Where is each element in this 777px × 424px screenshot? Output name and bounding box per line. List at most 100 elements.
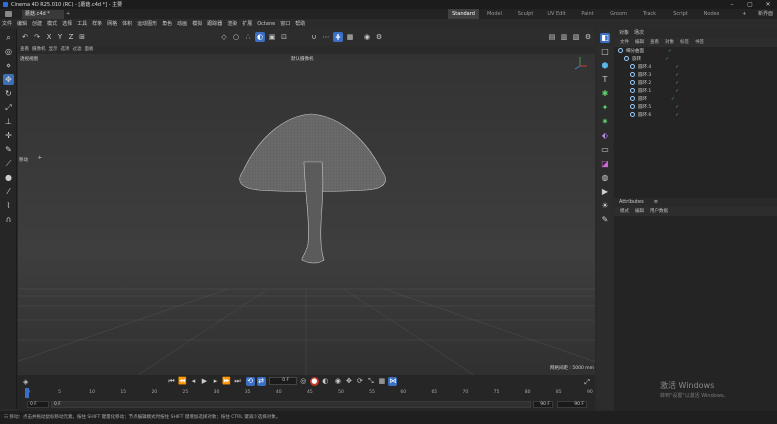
snap-icon[interactable]: ∪ <box>309 32 319 42</box>
menu-item[interactable]: 动画 <box>177 19 187 29</box>
keyframe-mode-icon[interactable]: ◉ <box>333 377 342 386</box>
menu-item[interactable]: 模拟 <box>192 19 202 29</box>
grid-snap-icon[interactable]: ⋕ <box>333 32 343 42</box>
cloner-icon[interactable]: ✦ <box>600 103 610 113</box>
viewport-menu-item[interactable]: 过滤 <box>73 46 82 54</box>
frame-range-slider[interactable]: 0 F <box>51 401 531 408</box>
render-queue-icon[interactable]: ▧ <box>571 32 581 42</box>
render-picture-icon[interactable]: ▥ <box>559 32 569 42</box>
key-selection-icon[interactable]: ◐ <box>321 377 330 386</box>
object-row[interactable]: 圆环.6 ✓ <box>614 112 777 120</box>
viewport-menu-item[interactable]: 查看 <box>20 46 29 54</box>
visibility-check-icon[interactable]: ✓ <box>668 49 672 54</box>
model-mode-icon[interactable]: ◇ <box>219 32 229 42</box>
position-key-icon[interactable]: ✥ <box>344 377 353 386</box>
maximize-button[interactable]: ▢ <box>741 0 759 9</box>
pla-key-icon[interactable]: ⋈ <box>388 377 398 386</box>
object-manager-menu-item[interactable]: 查看 <box>650 38 659 47</box>
object-manager-menu-item[interactable]: 标签 <box>680 38 689 47</box>
move-tool-icon[interactable]: ✥ <box>3 74 14 85</box>
add-layout-icon[interactable]: + <box>742 11 746 17</box>
layout-tab-track[interactable]: Track <box>634 9 665 19</box>
menu-item[interactable]: 创建 <box>32 19 42 29</box>
edit-render-settings-icon[interactable]: ⚙ <box>583 32 593 42</box>
autokey-icon[interactable]: ● <box>309 377 319 386</box>
object-manager-menu-item[interactable]: 书签 <box>695 38 704 47</box>
next-key-icon[interactable]: ⏩ <box>222 377 231 386</box>
attributes-menu-icon[interactable]: ≡ <box>654 198 658 207</box>
material-icon[interactable]: ◪ <box>600 159 610 169</box>
object-manager-menu-item[interactable]: 文件 <box>620 38 629 47</box>
menu-item[interactable]: 体积 <box>122 19 132 29</box>
menu-item[interactable]: 跟踪器 <box>207 19 222 29</box>
prev-frame-icon[interactable]: ◂ <box>189 377 198 386</box>
deformer-icon[interactable]: ✷ <box>600 117 610 127</box>
text-icon[interactable]: T <box>600 75 610 85</box>
render-region-icon[interactable]: ▤ <box>547 32 557 42</box>
object-manager-menu-item[interactable]: 对象 <box>665 38 674 47</box>
visibility-check-icon[interactable]: ✓ <box>675 89 679 94</box>
layout-tab-model[interactable]: Model <box>479 9 510 19</box>
viewport-menu-item[interactable]: 摄像机 <box>32 46 46 54</box>
object-row[interactable]: 细分曲面 ✓ <box>614 48 777 56</box>
menu-item[interactable]: 帮助 <box>295 19 305 29</box>
menu-item[interactable]: 运动图形 <box>137 19 157 29</box>
menu-item[interactable]: 网格 <box>107 19 117 29</box>
pen-icon[interactable]: ✎ <box>3 144 14 155</box>
menu-item[interactable]: 窗口 <box>280 19 290 29</box>
snap-settings-icon[interactable]: ⋯ <box>321 32 331 42</box>
coordinates-icon[interactable]: ✛ <box>3 130 14 141</box>
menu-item[interactable]: 模式 <box>47 19 57 29</box>
attributes-title[interactable]: Attributes <box>619 198 644 207</box>
search-icon[interactable]: ⌕ <box>3 32 14 43</box>
max-frame-field[interactable]: 90 F <box>557 401 587 408</box>
object-manager-icon[interactable]: ◧ <box>600 33 610 43</box>
rotation-key-icon[interactable]: ⟳ <box>355 377 364 386</box>
loop-icon[interactable]: ⟲ <box>245 377 255 386</box>
visibility-check-icon[interactable]: ✓ <box>665 57 669 62</box>
viewport-menu-item[interactable]: 显示 <box>49 46 58 54</box>
z-axis-button[interactable]: Z <box>66 32 76 42</box>
axis-icon[interactable]: ⊥ <box>3 116 14 127</box>
viewport-menu-item[interactable]: 选项 <box>61 46 70 54</box>
visibility-check-icon[interactable]: ✓ <box>675 81 679 86</box>
x-axis-button[interactable]: X <box>44 32 54 42</box>
layout-tab-uv-edit[interactable]: UV Edit <box>541 9 572 19</box>
menu-item[interactable]: 文件 <box>2 19 12 29</box>
y-axis-button[interactable]: Y <box>55 32 65 42</box>
visibility-check-icon[interactable]: ✓ <box>675 105 679 110</box>
layout-tab-sculpt[interactable]: Sculpt <box>510 9 541 19</box>
timeline-ruler[interactable]: 051015202530354045505560657075808590 <box>25 388 593 400</box>
menu-item[interactable]: Octane <box>257 19 275 29</box>
layout-tab-groom[interactable]: Groom <box>603 9 634 19</box>
live-select-icon[interactable]: ◎ <box>3 46 14 57</box>
object-manager-tab[interactable]: 对象 <box>619 29 629 38</box>
home-icon[interactable] <box>5 11 12 17</box>
primitive-cube-icon[interactable]: ⬢ <box>600 61 610 71</box>
globe-icon[interactable]: ◍ <box>600 173 610 183</box>
workplane-icon[interactable]: ▦ <box>345 32 355 42</box>
menu-item[interactable]: 工具 <box>77 19 87 29</box>
menu-item[interactable]: 选择 <box>62 19 72 29</box>
sculpt-icon[interactable]: ⌇ <box>3 200 14 211</box>
generator-icon[interactable]: ✱ <box>600 89 610 99</box>
go-to-end-icon[interactable]: ⏭ <box>233 377 242 386</box>
attributes-menu-item[interactable]: 模式 <box>620 207 629 216</box>
record-camera-icon[interactable]: ▶ <box>600 187 610 197</box>
menu-item[interactable]: 角色 <box>162 19 172 29</box>
perspective-viewport[interactable]: 透视视图 默认摄像机 移动 ✛ 网格间距 : 5000 mm <box>18 54 595 375</box>
magnet-icon[interactable]: ∩ <box>3 214 14 225</box>
object-row[interactable]: 旋转 ✓ <box>614 56 777 64</box>
knife-icon[interactable]: ⁄ <box>3 186 14 197</box>
attributes-menu-item[interactable]: 用户数据 <box>650 207 668 216</box>
scale-tool-icon[interactable]: ⤢ <box>3 102 14 113</box>
visibility-check-icon[interactable]: ✓ <box>675 65 679 70</box>
viewport-camera[interactable]: 默认摄像机 <box>291 56 314 62</box>
pen-tool-icon[interactable]: ✎ <box>600 215 610 225</box>
param-key-icon[interactable]: ▦ <box>377 377 386 386</box>
tag-icon[interactable]: ⬖ <box>600 131 610 141</box>
object-manager-menu-item[interactable]: 编辑 <box>635 38 644 47</box>
timeline-expand-icon[interactable]: ⤢ <box>584 378 590 387</box>
paint-icon[interactable]: ● <box>3 172 14 183</box>
layout-tab-script[interactable]: Script <box>665 9 696 19</box>
